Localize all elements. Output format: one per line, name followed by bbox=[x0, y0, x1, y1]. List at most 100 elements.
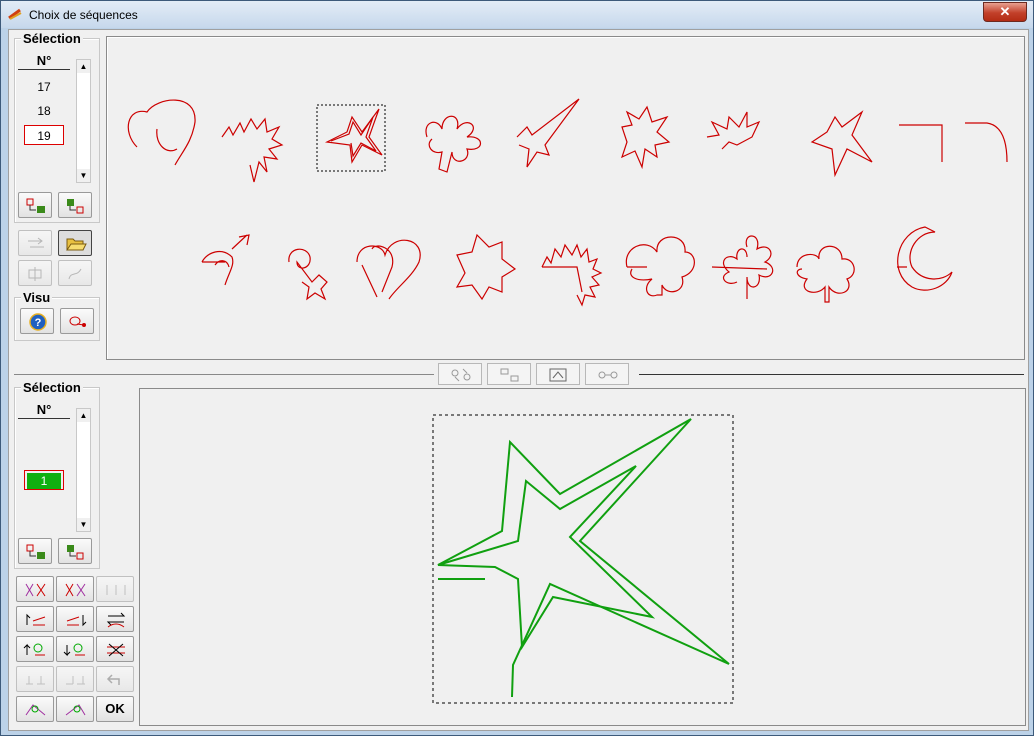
link-shapes-button[interactable] bbox=[585, 363, 629, 385]
preview-star-shape[interactable] bbox=[437, 418, 730, 698]
rotate-button[interactable] bbox=[18, 230, 52, 256]
move-start-down-icon bbox=[63, 643, 85, 657]
cross-link-button[interactable] bbox=[16, 576, 54, 602]
list-item[interactable]: 18 bbox=[24, 101, 64, 121]
move-up-button[interactable] bbox=[18, 538, 52, 564]
selected-sequence-number: 1 bbox=[27, 473, 61, 489]
frame-shape-button[interactable] bbox=[536, 363, 580, 385]
burst-shape[interactable] bbox=[221, 117, 284, 183]
star-shape[interactable] bbox=[316, 104, 386, 172]
help-icon: ? bbox=[29, 313, 47, 331]
shape-library-canvas[interactable] bbox=[106, 36, 1025, 360]
cross-link-icon bbox=[25, 583, 46, 597]
star-outline-shape[interactable] bbox=[810, 110, 873, 178]
bottom-list-scrollbar[interactable]: ▲ ▼ bbox=[76, 408, 91, 532]
sequence-toolstrip bbox=[438, 363, 638, 385]
mirror-icon bbox=[28, 267, 42, 281]
folder-open-icon bbox=[66, 238, 87, 251]
rotate-icon bbox=[28, 237, 44, 248]
divider-right bbox=[639, 374, 1024, 375]
list-item[interactable]: 17 bbox=[24, 77, 64, 97]
move-start-up-button[interactable] bbox=[16, 636, 54, 662]
top-list-header: N° bbox=[18, 53, 70, 70]
add-to-selection-button[interactable] bbox=[18, 192, 52, 218]
list-item-selected[interactable]: 19 bbox=[24, 125, 64, 145]
heart-shape[interactable] bbox=[127, 99, 196, 166]
split-shapes-button[interactable] bbox=[487, 363, 531, 385]
svg-text:?: ? bbox=[35, 317, 42, 329]
sawtooth-shape[interactable] bbox=[541, 243, 603, 307]
scroll-up-arrow[interactable]: ▲ bbox=[77, 409, 90, 422]
top-selection-title: Sélection bbox=[21, 31, 83, 46]
link-shapes-icon bbox=[598, 371, 618, 379]
align-right-button[interactable] bbox=[56, 666, 94, 692]
reverse-start-icon bbox=[26, 613, 46, 626]
comet-shape[interactable] bbox=[516, 98, 580, 168]
swap-shapes-button[interactable] bbox=[438, 363, 482, 385]
remove-from-selection-button[interactable] bbox=[58, 192, 92, 218]
delete-links-icon bbox=[107, 643, 125, 657]
title-bar: Choix de séquences ✕ bbox=[1, 1, 1033, 28]
splash-shape[interactable] bbox=[706, 111, 761, 150]
reverse-direction-icon bbox=[106, 612, 126, 628]
open-folder-button[interactable] bbox=[58, 230, 92, 256]
path-icon bbox=[68, 268, 82, 280]
align-right-icon bbox=[66, 676, 85, 685]
trace-path-reverse-button[interactable] bbox=[56, 696, 94, 722]
undo-button[interactable] bbox=[96, 666, 134, 692]
flower-shape[interactable] bbox=[425, 115, 482, 173]
scroll-down-arrow[interactable]: ▼ bbox=[77, 518, 90, 531]
path-button[interactable] bbox=[58, 260, 92, 286]
reverse-end-icon bbox=[66, 615, 87, 627]
ok-button[interactable]: OK bbox=[96, 696, 134, 722]
starburst-shape[interactable] bbox=[620, 105, 671, 170]
preview-path-icon bbox=[69, 316, 86, 327]
split-shapes-icon bbox=[500, 368, 519, 382]
asterisk-shape[interactable] bbox=[455, 233, 517, 301]
top-sequence-list[interactable]: N° 17 18 19 bbox=[18, 53, 74, 188]
swap-shapes-icon bbox=[451, 368, 471, 382]
preview-canvas[interactable] bbox=[139, 388, 1026, 726]
curve-shape[interactable] bbox=[965, 122, 1008, 163]
preview-bounding-box bbox=[432, 414, 734, 704]
delete-links-button[interactable] bbox=[96, 636, 134, 662]
preview-path-button[interactable] bbox=[60, 308, 94, 334]
visu-group: Visu ? bbox=[14, 290, 100, 341]
trace-path-button[interactable] bbox=[16, 696, 54, 722]
add-sequence-icon bbox=[26, 544, 45, 559]
top-list-scrollbar[interactable]: ▲ ▼ bbox=[76, 59, 91, 183]
visu-title: Visu bbox=[21, 290, 53, 305]
reverse-end-button[interactable] bbox=[56, 606, 94, 632]
align-left-button[interactable] bbox=[16, 666, 54, 692]
daisy-shape[interactable] bbox=[711, 235, 774, 299]
trace-path-reverse-icon bbox=[65, 704, 86, 716]
bottom-sequence-list[interactable]: N° 1 bbox=[18, 402, 74, 532]
divider-left bbox=[14, 374, 434, 375]
mirror-button[interactable] bbox=[18, 260, 52, 286]
cross-unlink-icon bbox=[65, 583, 86, 597]
list-item-selected[interactable]: 1 bbox=[24, 470, 64, 490]
preview-svg bbox=[432, 414, 734, 704]
arrow-curve-shape[interactable] bbox=[201, 234, 250, 286]
reverse-direction-button[interactable] bbox=[96, 606, 134, 632]
close-button[interactable]: ✕ bbox=[983, 2, 1027, 22]
help-button[interactable]: ? bbox=[20, 308, 54, 334]
crescent-shape[interactable] bbox=[897, 226, 953, 291]
cross-unlink-button[interactable] bbox=[56, 576, 94, 602]
flower-outline-shape[interactable] bbox=[796, 245, 855, 303]
clover-shape[interactable] bbox=[625, 236, 695, 297]
undo-icon bbox=[106, 674, 120, 685]
scroll-down-arrow[interactable]: ▼ bbox=[77, 169, 90, 182]
scroll-up-arrow[interactable]: ▲ bbox=[77, 60, 90, 73]
corner-shape[interactable] bbox=[899, 124, 943, 162]
node-button[interactable] bbox=[96, 576, 134, 602]
move-down-button[interactable] bbox=[58, 538, 92, 564]
bottom-selection-title: Sélection bbox=[21, 380, 83, 395]
reverse-start-button[interactable] bbox=[16, 606, 54, 632]
bottom-list-header: N° bbox=[18, 402, 70, 419]
double-heart-shape[interactable] bbox=[356, 239, 421, 300]
gender-symbol-shape[interactable] bbox=[288, 248, 328, 301]
remove-sequence-icon bbox=[67, 545, 84, 560]
frame-shape-icon bbox=[549, 368, 567, 382]
move-start-down-button[interactable] bbox=[56, 636, 94, 662]
